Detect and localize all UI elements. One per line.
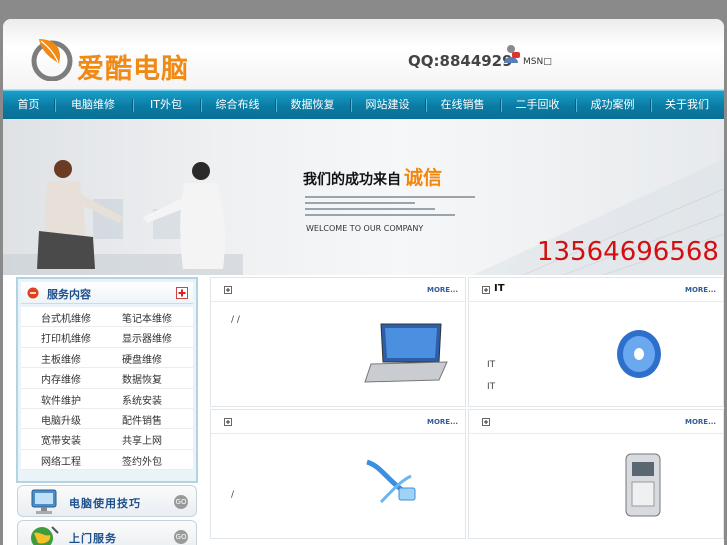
tips-label: 电脑使用技巧 bbox=[69, 497, 141, 510]
main-nav: 首页 电脑维修 IT外包 综合布线 数据恢复 网站建设 在线销售 二手回收 成功… bbox=[3, 90, 724, 119]
nav-item-data-recovery[interactable]: 数据恢复 bbox=[275, 91, 350, 120]
list-item: 电脑升级 配件销售 bbox=[21, 409, 193, 430]
logo-text: 爱酷电脑 bbox=[77, 54, 189, 85]
banner-title: 我们的成功来自 bbox=[303, 172, 401, 188]
main-content: MORE... / / IT MORE... IT IT MORE... / M… bbox=[210, 277, 724, 545]
services-list: 台式机维修 笔记本维修 打印机维修 显示器维修 主板维修 硬盘维修 内存维修 数据恢复 … bbox=[21, 307, 193, 471]
service-link[interactable]: 宽带安装 bbox=[41, 432, 81, 447]
nav-item-recycling[interactable]: 二手回收 bbox=[500, 91, 575, 120]
msn-icon[interactable] bbox=[500, 43, 522, 65]
cd-disc-image bbox=[617, 330, 661, 378]
tips-tile[interactable]: 电脑使用技巧 GO bbox=[17, 485, 197, 517]
banner-title-highlight: 诚信 bbox=[404, 167, 443, 189]
laptop-image bbox=[364, 323, 448, 383]
service-link[interactable]: 共享上网 bbox=[122, 432, 162, 447]
nav-item-it-outsourcing[interactable]: IT外包 bbox=[132, 91, 200, 120]
services-box: 服务内容 台式机维修 笔记本维修 打印机维修 显示器维修 主板维修 硬盘维修 内存维修… bbox=[16, 277, 198, 483]
panel-network: MORE... / bbox=[210, 409, 466, 539]
go-button[interactable]: GO bbox=[174, 530, 188, 544]
header: 爱酷电脑 QQ:8844929 MSN□ bbox=[3, 19, 724, 90]
service-link[interactable]: 软件维护 bbox=[41, 392, 81, 407]
service-link[interactable]: 台式机维修 bbox=[41, 310, 91, 325]
nav-item-web-building[interactable]: 网站建设 bbox=[350, 91, 425, 120]
more-link[interactable]: MORE... bbox=[685, 418, 716, 426]
panel-header: IT MORE... bbox=[469, 278, 723, 302]
banner: 我们的成功来自 诚信 WELCOME TO OUR COMPANY 135646… bbox=[3, 119, 724, 275]
woman-figure bbox=[37, 160, 123, 269]
service-link[interactable]: 显示器维修 bbox=[122, 330, 172, 345]
list-item: 台式机维修 笔记本维修 bbox=[21, 307, 193, 328]
service-link[interactable]: 网络工程 bbox=[41, 453, 81, 468]
panel-text: IT bbox=[487, 382, 496, 392]
panel-title: IT bbox=[494, 283, 505, 294]
service-link[interactable]: 系统安装 bbox=[122, 392, 162, 407]
list-item: 主板维修 硬盘维修 bbox=[21, 348, 193, 369]
panel-it: IT MORE... IT IT bbox=[468, 277, 724, 407]
list-item: 宽带安装 共享上网 bbox=[21, 429, 193, 450]
panel-text: / bbox=[231, 490, 235, 500]
panel-laptop: MORE... / / bbox=[210, 277, 466, 407]
man-figure bbox=[143, 162, 225, 269]
more-link[interactable]: MORE... bbox=[685, 286, 716, 294]
computer-tower-image bbox=[625, 453, 661, 517]
go-button[interactable]: GO bbox=[174, 495, 188, 509]
service-link[interactable]: 签约外包 bbox=[122, 453, 162, 468]
nav-item-about[interactable]: 关于我们 bbox=[650, 91, 724, 120]
list-item: 网络工程 签约外包 bbox=[21, 450, 193, 471]
page: 爱酷电脑 QQ:8844929 MSN□ 首页 电脑维修 IT外包 综合布线 数… bbox=[3, 19, 724, 545]
banner-phone: 13564696568 bbox=[537, 237, 719, 267]
panel-server: MORE... bbox=[468, 409, 724, 539]
onsite-label: 上门服务 bbox=[69, 532, 117, 545]
banner-note-lines bbox=[305, 196, 475, 216]
services-header: 服务内容 bbox=[21, 282, 193, 304]
service-link[interactable]: 内存维修 bbox=[41, 371, 81, 386]
network-cable-image bbox=[366, 459, 416, 504]
monitor-icon bbox=[31, 489, 57, 514]
plus-square-icon bbox=[224, 418, 232, 426]
services-title: 服务内容 bbox=[47, 288, 91, 301]
onsite-tile[interactable]: 上门服务 GO bbox=[17, 520, 197, 545]
service-link[interactable]: 笔记本维修 bbox=[122, 310, 172, 325]
service-link[interactable]: 打印机维修 bbox=[41, 330, 91, 345]
service-link[interactable]: 数据恢复 bbox=[122, 371, 162, 386]
nav-item-cases[interactable]: 成功案例 bbox=[575, 91, 650, 120]
nav-item-repair[interactable]: 电脑维修 bbox=[54, 91, 132, 120]
list-item: 打印机维修 显示器维修 bbox=[21, 327, 193, 348]
plus-square-icon bbox=[482, 418, 490, 426]
nav-item-cabling[interactable]: 综合布线 bbox=[200, 91, 275, 120]
panel-header: MORE... bbox=[469, 410, 723, 434]
service-link[interactable]: 主板维修 bbox=[41, 351, 81, 366]
msn-link[interactable]: MSN□ bbox=[523, 57, 552, 67]
more-link[interactable]: MORE... bbox=[427, 286, 458, 294]
banner-welcome: WELCOME TO OUR COMPANY bbox=[306, 224, 424, 233]
qq-number[interactable]: QQ:8844929 bbox=[408, 52, 513, 70]
expand-plus-icon[interactable] bbox=[176, 287, 188, 299]
panel-text: IT bbox=[487, 360, 496, 370]
more-link[interactable]: MORE... bbox=[427, 418, 458, 426]
plus-square-icon bbox=[224, 286, 232, 294]
nav-item-online-sales[interactable]: 在线销售 bbox=[425, 91, 500, 120]
service-link[interactable]: 硬盘维修 bbox=[122, 351, 162, 366]
service-link[interactable]: 电脑升级 bbox=[41, 412, 81, 427]
panel-text: / / bbox=[231, 315, 240, 325]
panel-header: MORE... bbox=[211, 278, 465, 302]
plus-square-icon bbox=[482, 286, 490, 294]
nav-item-home[interactable]: 首页 bbox=[3, 91, 54, 120]
logo-icon bbox=[31, 39, 73, 81]
list-item: 内存维修 数据恢复 bbox=[21, 368, 193, 389]
panel-header: MORE... bbox=[211, 410, 465, 434]
bullet-circle-icon bbox=[27, 287, 39, 299]
sidebar: 服务内容 台式机维修 笔记本维修 打印机维修 显示器维修 主板维修 硬盘维修 内存维修… bbox=[16, 277, 198, 545]
service-link[interactable]: 配件销售 bbox=[122, 412, 162, 427]
list-item: 软件维护 系统安装 bbox=[21, 389, 193, 409]
globe-icon bbox=[31, 526, 59, 545]
